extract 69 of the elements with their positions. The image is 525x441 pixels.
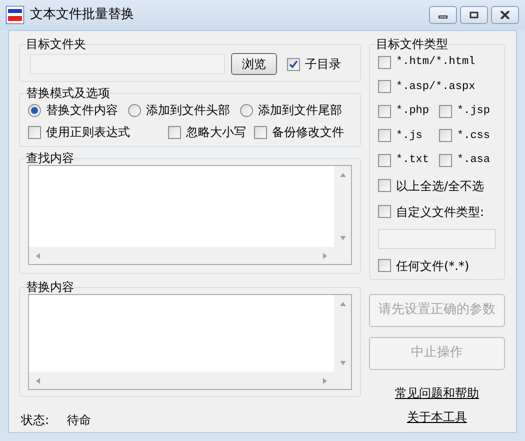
scroll-up-icon[interactable]	[338, 300, 346, 308]
checkbox-label: *.css	[457, 128, 490, 144]
checkbox-label: *.js	[396, 128, 422, 144]
checkbox-label: 任何文件(*.*)	[396, 258, 470, 274]
checkmark-icon	[289, 60, 298, 68]
link[interactable]: 常见问题和帮助	[395, 384, 479, 402]
radio-label: 添加到文件头部	[146, 102, 230, 119]
scroll-up-icon[interactable]	[338, 171, 346, 179]
checkbox[interactable]	[439, 129, 452, 142]
scroll-left-icon[interactable]	[34, 376, 42, 384]
group-title: 替换内容	[26, 280, 74, 294]
checkbox[interactable]	[378, 80, 391, 94]
maximize-icon	[469, 11, 479, 19]
group-title: 目标文件类型	[376, 37, 448, 51]
horizontal-scrollbar[interactable]	[29, 247, 334, 264]
radio-button[interactable]	[128, 104, 141, 116]
checkbox-label: 忽略大小写	[186, 124, 246, 141]
checkbox-label: 自定义文件类型:	[396, 204, 484, 220]
checkbox-label: *.asp/*.aspx	[396, 80, 476, 94]
vertical-scrollbar[interactable]	[334, 166, 351, 247]
checkbox[interactable]	[168, 126, 181, 138]
checkbox-label: *.jsp	[457, 104, 490, 119]
checkbox[interactable]	[378, 56, 391, 69]
checkbox-label: 以上全选/全不选	[396, 178, 484, 194]
scroll-down-icon[interactable]	[338, 359, 346, 367]
checkbox-label: *.asa	[457, 153, 490, 168]
vertical-scrollbar[interactable]	[334, 295, 351, 372]
status-value: 待命	[67, 412, 92, 429]
checkbox[interactable]	[439, 104, 452, 118]
checkbox-label: 备份修改文件	[272, 124, 344, 141]
checkbox-label: 使用正则表达式	[46, 124, 130, 141]
checkbox[interactable]	[254, 126, 267, 138]
checkbox[interactable]	[378, 154, 391, 167]
link[interactable]: 关于本工具	[407, 408, 467, 426]
text-area[interactable]	[28, 165, 352, 265]
custom-type-field[interactable]	[378, 228, 496, 248]
checkbox[interactable]	[378, 179, 391, 192]
checkbox[interactable]	[439, 154, 452, 167]
radio-button[interactable]	[240, 104, 253, 116]
app-logo-icon	[6, 6, 24, 24]
checkbox[interactable]	[287, 58, 300, 70]
checkbox-label: 子目录	[305, 56, 341, 73]
group-title: 目标文件夹	[26, 37, 86, 51]
group-title: 查找内容	[26, 151, 74, 165]
checkbox[interactable]	[378, 104, 391, 118]
horizontal-scrollbar[interactable]	[29, 372, 334, 389]
window-title: 文本文件批量替换	[30, 6, 134, 24]
maximize-button[interactable]	[460, 6, 488, 24]
checkbox[interactable]	[378, 205, 391, 218]
status-label: 状态:	[21, 412, 50, 429]
radio-label: 添加到文件尾部	[258, 102, 342, 119]
scroll-right-icon[interactable]	[321, 376, 329, 384]
checkbox-label: *.txt	[396, 153, 430, 168]
group-title: 替换模式及选项	[26, 86, 110, 100]
checkbox-label: *.php	[396, 104, 430, 119]
checkbox[interactable]	[378, 129, 391, 142]
close-icon	[500, 11, 510, 19]
browse-button[interactable]: 浏览	[231, 53, 277, 75]
text-area[interactable]	[28, 294, 352, 390]
close-button[interactable]	[491, 6, 519, 24]
minimize-button[interactable]	[429, 6, 457, 24]
scroll-right-icon[interactable]	[321, 252, 329, 260]
checkbox-label: *.htm/*.html	[396, 55, 476, 70]
scroll-down-icon[interactable]	[338, 234, 346, 242]
scroll-left-icon[interactable]	[34, 252, 42, 260]
radio-label: 替换文件内容	[46, 102, 118, 119]
radio-button[interactable]	[28, 104, 41, 116]
checkbox[interactable]	[28, 126, 41, 138]
checkbox[interactable]	[378, 259, 391, 272]
